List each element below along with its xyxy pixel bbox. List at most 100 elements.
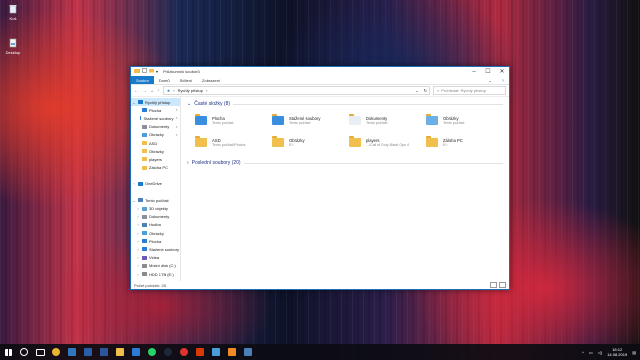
- navigation-pane[interactable]: ⌄ Rychlý přístup Plocha ✦ Stažené soubory ✦ Do…: [131, 96, 181, 281]
- office-icon[interactable]: [192, 344, 208, 360]
- nav-item[interactable]: › 3D objekty: [131, 204, 180, 212]
- pictures-folder-icon: [426, 114, 440, 126]
- properties-icon[interactable]: [142, 68, 147, 75]
- download-folder-icon: [272, 114, 286, 126]
- nav-item[interactable]: › Dokumenty: [131, 213, 180, 221]
- vscode-icon[interactable]: [128, 344, 144, 360]
- nav-item[interactable]: Plocha ✦: [131, 106, 180, 114]
- nav-item[interactable]: › HDD 1TB (E:): [131, 270, 180, 278]
- new-folder-icon[interactable]: [149, 68, 154, 75]
- nav-item[interactable]: › Místní disk (C:): [131, 262, 180, 270]
- minimize-button[interactable]: –: [467, 67, 481, 76]
- steam-icon[interactable]: [160, 344, 176, 360]
- chevron-right-icon[interactable]: ›: [136, 255, 140, 260]
- large-icons-view-button[interactable]: [499, 282, 506, 288]
- search-input[interactable]: ⌕ Prohledat: Rychlý přístup: [433, 86, 506, 95]
- chevron-right-icon[interactable]: ›: [136, 263, 140, 268]
- back-button[interactable]: ←: [134, 88, 139, 94]
- customize-qat-icon[interactable]: ▾: [156, 69, 158, 74]
- refresh-icon[interactable]: ↻: [424, 88, 427, 93]
- desktop-icon-desktop[interactable]: Desktop: [4, 38, 22, 55]
- group-header-recent[interactable]: › Poslední soubory (20): [187, 159, 503, 167]
- up-button[interactable]: ↑: [157, 88, 160, 94]
- nav-item[interactable]: Obrázky ✦: [131, 131, 180, 139]
- tab-file[interactable]: Soubor: [131, 76, 154, 84]
- folder-location: E:\: [289, 142, 294, 147]
- frequent-folder-tile[interactable]: Obrázky E:\: [272, 133, 349, 151]
- forward-button[interactable]: →: [142, 88, 147, 94]
- chevron-down-icon[interactable]: ⌄: [132, 198, 136, 203]
- edge-icon[interactable]: [64, 344, 80, 360]
- address-bar[interactable]: ★ › Rychlý přístup › ⌄ ↻: [162, 86, 430, 95]
- nav-item[interactable]: › Stažené soubory: [131, 245, 180, 253]
- tab-share[interactable]: Sdílení: [175, 76, 197, 84]
- opera-icon[interactable]: [176, 344, 192, 360]
- chevron-right-icon[interactable]: ›: [136, 206, 140, 211]
- nav-item[interactable]: › OneDrive: [131, 180, 180, 188]
- nav-item-label: Obrázky: [149, 132, 164, 138]
- whatsapp-icon[interactable]: [144, 344, 160, 360]
- tab-home[interactable]: Domů: [154, 76, 175, 84]
- network-icon[interactable]: ▭: [589, 350, 593, 355]
- windows-start-icon[interactable]: [0, 344, 16, 360]
- notifications-icon[interactable]: ▤: [632, 350, 636, 355]
- chevron-right-icon[interactable]: ›: [136, 222, 140, 227]
- frequent-folder-tile[interactable]: Obrázky Tento počítač: [426, 111, 503, 129]
- path-separator-icon: ›: [173, 88, 175, 93]
- tab-view[interactable]: Zobrazení: [197, 76, 225, 84]
- nav-item[interactable]: › Obrázky: [131, 229, 180, 237]
- word-icon[interactable]: [96, 344, 112, 360]
- pin-icon: ✦: [175, 124, 178, 129]
- nav-item[interactable]: ⌄ Rychlý přístup: [131, 98, 180, 107]
- details-view-button[interactable]: [490, 282, 497, 288]
- nav-item[interactable]: Záloha PC: [131, 164, 180, 172]
- nav-item-label: OneDrive: [145, 181, 162, 187]
- photos-icon[interactable]: [208, 344, 224, 360]
- file-explorer-icon[interactable]: [112, 344, 128, 360]
- nav-item[interactable]: › Videa: [131, 254, 180, 262]
- nav-item[interactable]: › Plocha: [131, 237, 180, 245]
- vlc-icon[interactable]: [224, 344, 240, 360]
- frequent-folder-tile[interactable]: Stažené soubory Tento počítač: [272, 111, 349, 129]
- clock[interactable]: 18:12 14.08.2019: [607, 347, 627, 357]
- group-header-frequent[interactable]: ⌄ Časté složky (8): [187, 100, 503, 108]
- store-icon[interactable]: [80, 344, 96, 360]
- chevron-right-icon[interactable]: ›: [136, 214, 140, 219]
- app-icon[interactable]: [240, 344, 256, 360]
- frequent-folder-tile[interactable]: Plocha Tento počítač: [195, 111, 272, 129]
- nav-item[interactable]: › Hudba: [131, 221, 180, 229]
- nav-item[interactable]: Stažené soubory ✦: [131, 114, 180, 122]
- task-view-icon[interactable]: [32, 344, 48, 360]
- search-icon[interactable]: [16, 344, 32, 360]
- volume-icon[interactable]: ◁): [598, 350, 602, 355]
- maximize-button[interactable]: ☐: [481, 67, 495, 76]
- chevron-right-icon[interactable]: ›: [132, 181, 136, 186]
- desktop-icon: [142, 108, 147, 113]
- nav-item[interactable]: ASD: [131, 139, 180, 147]
- tray-overflow-icon[interactable]: ^: [582, 350, 584, 355]
- frequent-folder-tile[interactable]: Záloha PC E:\: [426, 133, 503, 151]
- chrome-icon[interactable]: [48, 344, 64, 360]
- group-title: Časté složky (8): [194, 101, 231, 107]
- nav-item[interactable]: Dokumenty ✦: [131, 123, 180, 131]
- title-bar[interactable]: ▾ Průzkumník souborů – ☐ ✕: [131, 67, 509, 76]
- desktop-icon-recycle-bin[interactable]: Koš: [4, 4, 22, 21]
- address-dropdown-icon[interactable]: ⌄: [415, 88, 418, 93]
- nav-item-label: Záloha PC: [149, 165, 168, 171]
- close-button[interactable]: ✕: [495, 67, 509, 76]
- chevron-right-icon[interactable]: ›: [136, 239, 140, 244]
- chevron-right-icon[interactable]: ›: [136, 272, 140, 277]
- chevron-down-icon[interactable]: ⌄: [132, 100, 136, 105]
- expand-ribbon-icon[interactable]: ⌄: [483, 76, 496, 84]
- frequent-folder-tile[interactable]: Dokumenty Tento počítač: [349, 111, 426, 129]
- frequent-folder-tile[interactable]: ASD Tento počítač\Plocha: [195, 133, 272, 151]
- recent-locations-button[interactable]: ⌄: [150, 88, 154, 94]
- help-icon[interactable]: ?: [497, 76, 509, 84]
- frequent-folder-tile[interactable]: players ...\Call of Duty Black Ops 4: [349, 133, 426, 151]
- chevron-right-icon[interactable]: ›: [136, 231, 140, 236]
- chevron-right-icon[interactable]: ›: [136, 247, 140, 252]
- nav-item[interactable]: Obrázky: [131, 147, 180, 155]
- nav-item[interactable]: players: [131, 155, 180, 163]
- nav-item-label: ASD: [149, 140, 158, 146]
- nav-item[interactable]: ⌄ Tento počítač: [131, 196, 180, 204]
